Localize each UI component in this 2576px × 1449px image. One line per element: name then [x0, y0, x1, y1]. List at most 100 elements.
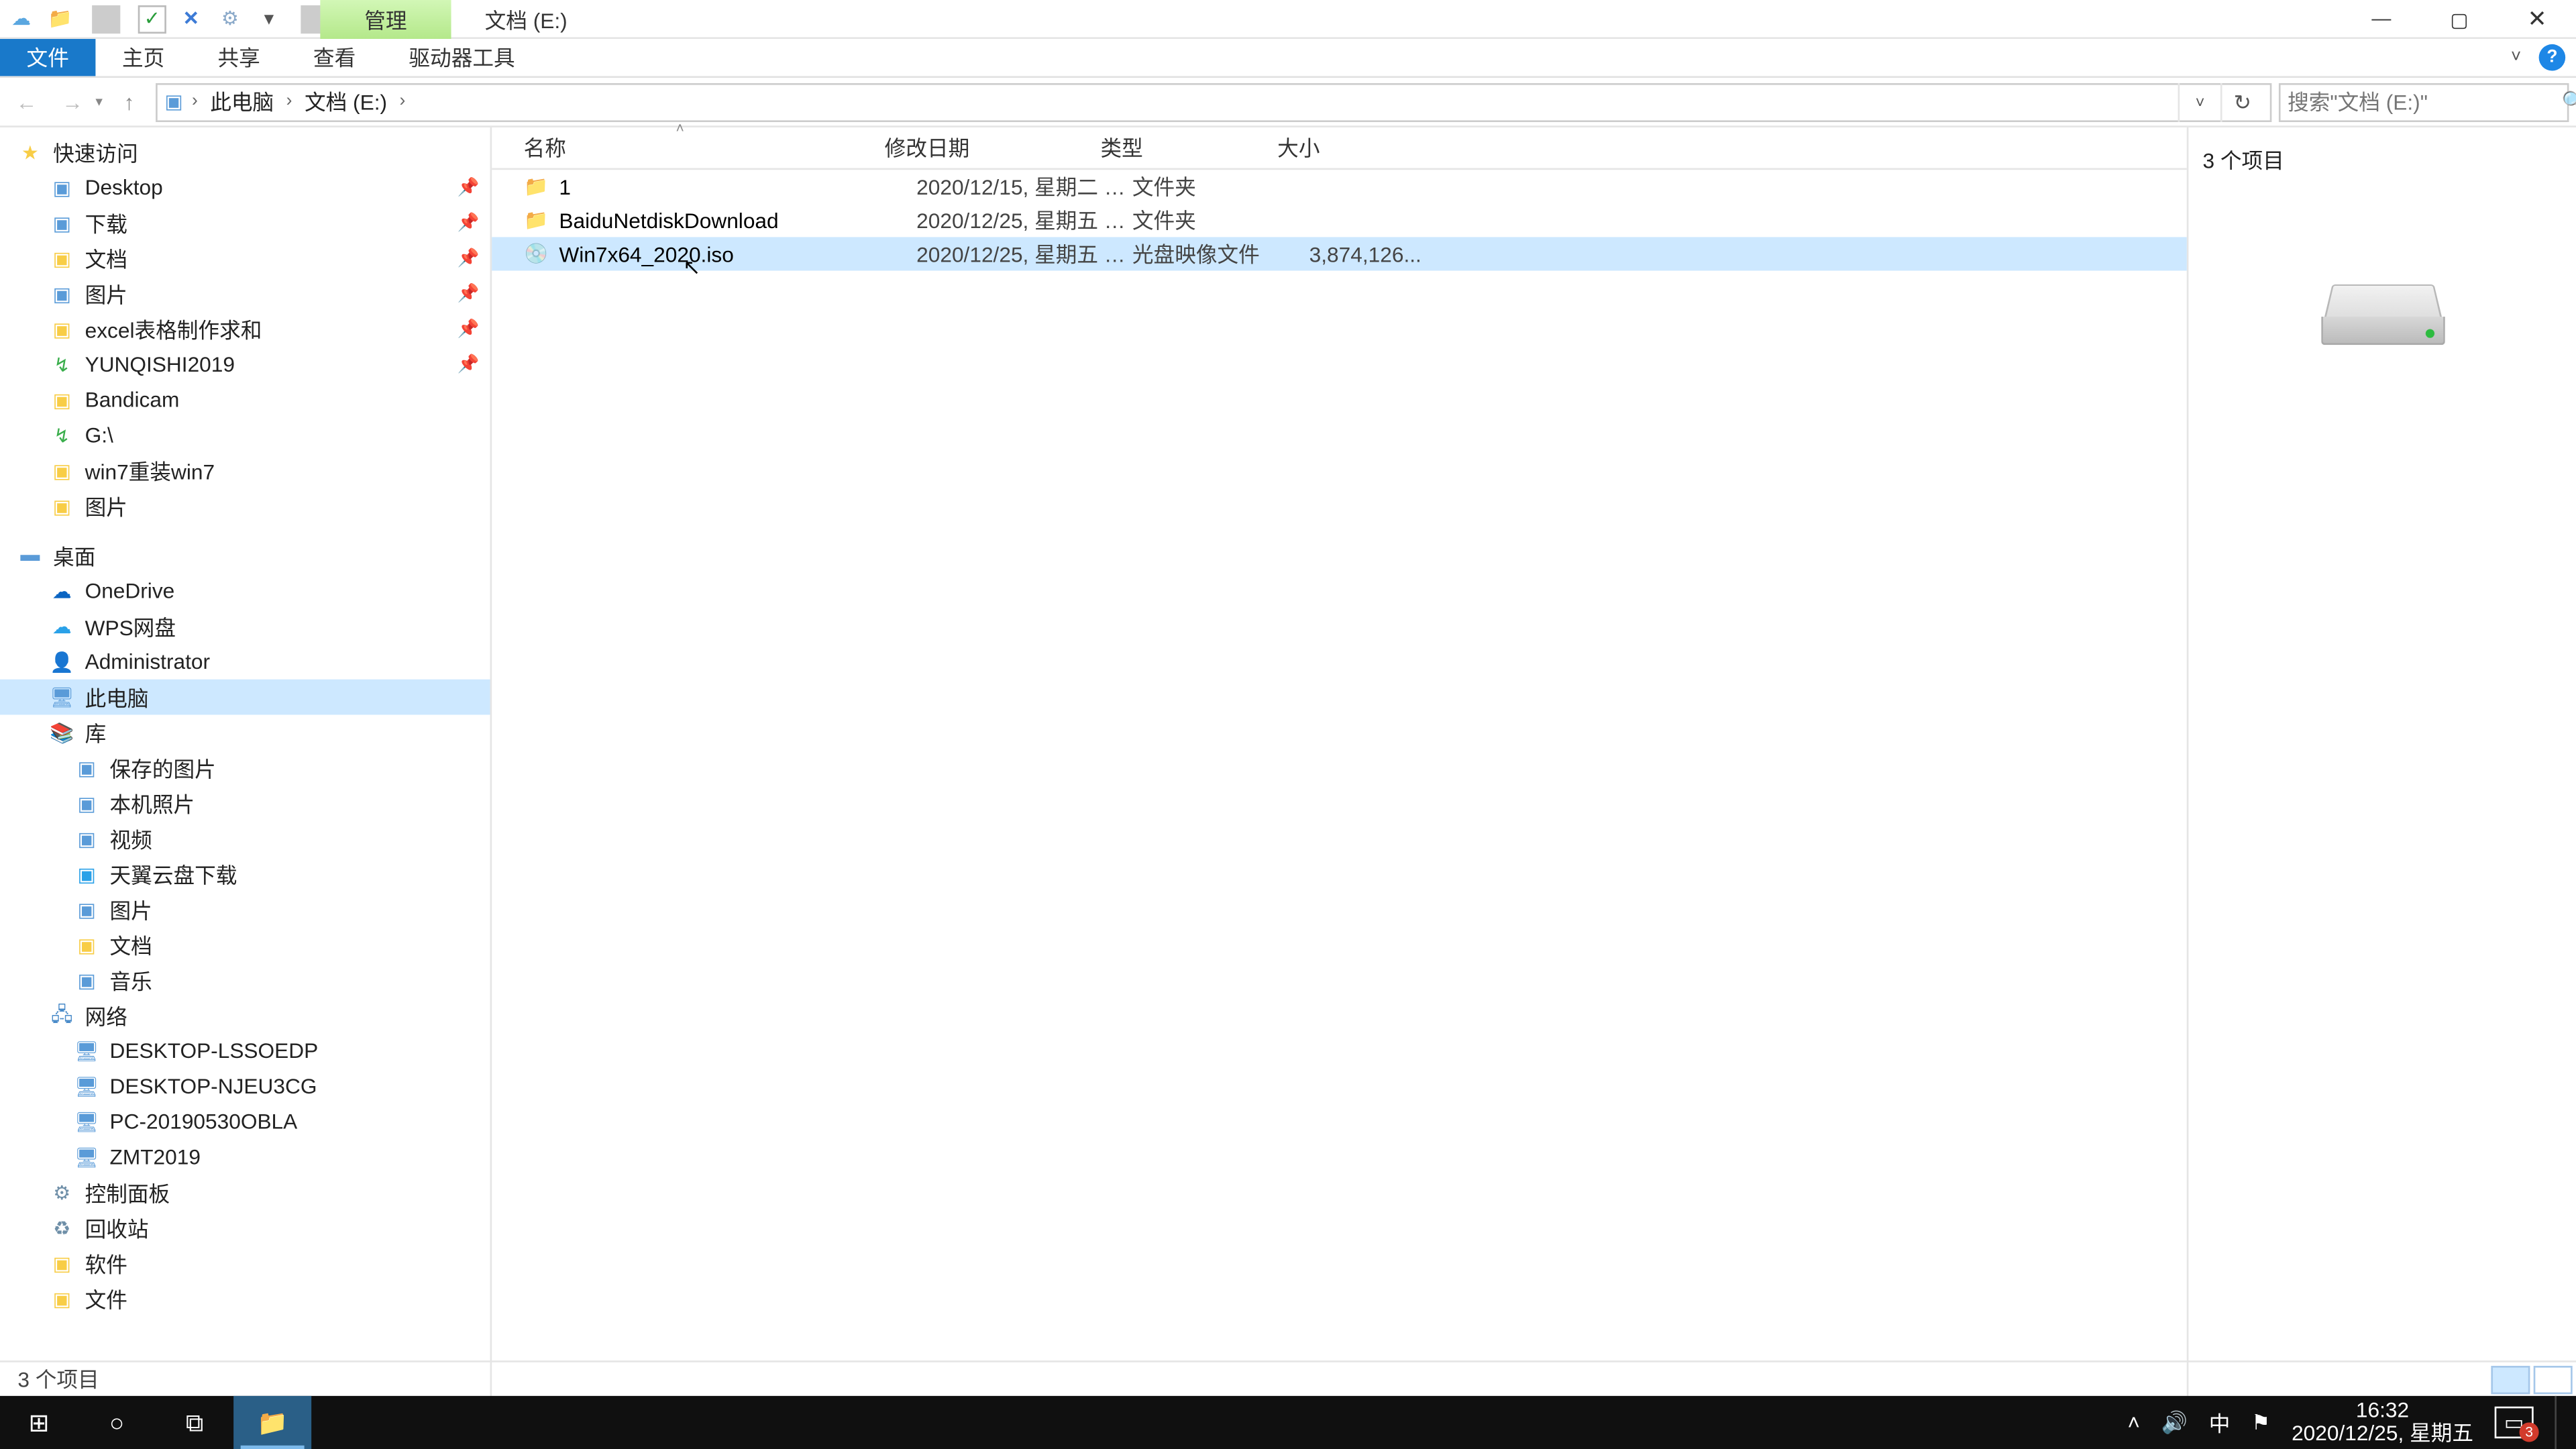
- tree-label: 桌面: [53, 541, 95, 571]
- tree-item[interactable]: ▣下载📌: [0, 205, 490, 241]
- file-date: 2020/12/25, 星期五 1...: [916, 205, 1132, 235]
- tree-item[interactable]: ▣软件: [0, 1246, 490, 1281]
- address-bar[interactable]: ▣ › 此电脑 › 文档 (E:) › ˅ ↻: [156, 83, 2271, 121]
- col-name[interactable]: 名称˄: [492, 133, 884, 163]
- tree-item-label: 图片: [85, 278, 127, 309]
- tree-item[interactable]: ▣图片: [0, 488, 490, 524]
- qat-dropdown-icon[interactable]: ▾: [255, 5, 283, 33]
- show-desktop-button[interactable]: [2555, 1396, 2565, 1449]
- tree-item[interactable]: ▣图片: [0, 892, 490, 927]
- col-type[interactable]: 类型: [1100, 133, 1277, 163]
- nav-back-button[interactable]: ←: [7, 83, 46, 121]
- search-box[interactable]: 🔍: [2279, 83, 2569, 121]
- tree-item[interactable]: ▣天翼云盘下载: [0, 856, 490, 892]
- tree-item-label: 保存的图片: [110, 753, 216, 783]
- tab-share[interactable]: 共享: [191, 39, 286, 76]
- tree-item[interactable]: 🖥DESKTOP-NJEU3CG: [0, 1069, 490, 1104]
- taskbar-explorer[interactable]: 📁: [233, 1396, 311, 1449]
- tree-item-label: 文档: [85, 244, 127, 274]
- view-details-button[interactable]: [2491, 1365, 2530, 1393]
- tree-item-label: DESKTOP-NJEU3CG: [110, 1074, 317, 1099]
- desktop-icon: ▬: [17, 545, 42, 566]
- nav-up-button[interactable]: ↑: [110, 83, 149, 121]
- tree-item-label: win7重装win7: [85, 455, 215, 486]
- maximize-button[interactable]: ▢: [2420, 0, 2498, 39]
- tree-item[interactable]: 🖥此电脑: [0, 680, 490, 715]
- qat-properties-icon[interactable]: ⚙: [216, 5, 244, 33]
- folder-icon: ▣: [50, 494, 74, 517]
- tree-item[interactable]: ☁WPS网盘: [0, 608, 490, 644]
- task-view-button[interactable]: ⧉: [156, 1396, 233, 1449]
- tree-item[interactable]: 🖥ZMT2019: [0, 1139, 490, 1175]
- security-icon[interactable]: ⚑: [2251, 1410, 2270, 1435]
- tab-drive[interactable]: 驱动器工具: [382, 39, 541, 76]
- tree-item[interactable]: ▣音乐: [0, 963, 490, 998]
- tree-item[interactable]: ▣本机照片: [0, 786, 490, 821]
- help-button[interactable]: ?: [2539, 44, 2566, 71]
- minimize-button[interactable]: ―: [2343, 0, 2420, 39]
- ribbon-collapse-icon[interactable]: ˅: [2511, 48, 2521, 67]
- qat-cloud-icon[interactable]: ☁: [7, 5, 36, 33]
- tree-item[interactable]: ▣win7重装win7: [0, 453, 490, 488]
- address-dropdown-icon[interactable]: ˅: [2178, 83, 2220, 121]
- chevron-right-icon[interactable]: ›: [281, 92, 298, 111]
- col-size[interactable]: 大小: [1277, 133, 1391, 163]
- tree-item[interactable]: ▣视频: [0, 821, 490, 857]
- tree-item[interactable]: ▣Bandicam: [0, 382, 490, 418]
- tree-item[interactable]: ↯G:\: [0, 417, 490, 453]
- search-input[interactable]: [2288, 89, 2562, 114]
- file-row[interactable]: 📁12020/12/15, 星期二 1...文件夹: [492, 170, 2187, 203]
- tree-item[interactable]: ⚙控制面板: [0, 1175, 490, 1210]
- tree-desktop[interactable]: ▬ 桌面: [0, 538, 490, 574]
- tree-item[interactable]: ☁OneDrive: [0, 574, 490, 609]
- tree-item[interactable]: ♻回收站: [0, 1210, 490, 1246]
- tree-network[interactable]: 🖧网络: [0, 998, 490, 1033]
- tab-file[interactable]: 文件: [0, 39, 95, 76]
- file-type: 文件夹: [1132, 172, 1309, 202]
- col-date[interactable]: 修改日期: [885, 133, 1101, 163]
- tree-item[interactable]: ▣excel表格制作求和📌: [0, 311, 490, 347]
- refresh-button[interactable]: ↻: [2220, 83, 2263, 121]
- computer-icon: 🖥: [74, 1110, 99, 1133]
- nav-forward-button[interactable]: →: [53, 83, 92, 121]
- pin-icon: 📌: [458, 355, 480, 374]
- tab-view[interactable]: 查看: [286, 39, 382, 76]
- volume-icon[interactable]: 🔊: [2161, 1410, 2188, 1435]
- nav-history-dropdown[interactable]: ▾: [95, 94, 103, 110]
- breadcrumb-root[interactable]: 此电脑: [207, 87, 278, 117]
- tree-item[interactable]: ▣文档: [0, 927, 490, 963]
- pin-icon: 📌: [458, 249, 480, 268]
- tree-item[interactable]: 👤Administrator: [0, 644, 490, 680]
- qat-folder-icon[interactable]: 📁: [46, 5, 74, 33]
- tree-quick-access[interactable]: ★快速访问: [0, 134, 490, 170]
- tab-home[interactable]: 主页: [95, 39, 191, 76]
- file-row[interactable]: 📁BaiduNetdiskDownload2020/12/25, 星期五 1..…: [492, 203, 2187, 237]
- chevron-right-icon[interactable]: ›: [186, 92, 203, 111]
- tree-item-label: Desktop: [85, 175, 163, 200]
- tree-item[interactable]: 🖥PC-20190530OBLA: [0, 1104, 490, 1140]
- chevron-right-icon[interactable]: ›: [394, 92, 411, 111]
- tree-icon: ⚙: [50, 1181, 74, 1203]
- tree-item[interactable]: ↯YUNQISHI2019📌: [0, 347, 490, 382]
- taskbar-clock[interactable]: 16:32 2020/12/25, 星期五: [2292, 1399, 2473, 1446]
- breadcrumb-leaf[interactable]: 文档 (E:): [301, 87, 391, 117]
- search-icon[interactable]: 🔍: [2562, 91, 2576, 113]
- search-button[interactable]: ○: [78, 1396, 156, 1449]
- close-button[interactable]: ✕: [2498, 0, 2576, 39]
- tree-item[interactable]: 📚库: [0, 714, 490, 750]
- qat-accept-icon[interactable]: ✓: [138, 5, 166, 33]
- view-thumbnails-button[interactable]: [2534, 1365, 2573, 1393]
- qat-cancel-icon[interactable]: ✕: [177, 5, 205, 33]
- tree-item[interactable]: ▣文件: [0, 1281, 490, 1316]
- action-center-button[interactable]: ▭ 3: [2495, 1407, 2534, 1438]
- tree-item[interactable]: ▣文档📌: [0, 241, 490, 276]
- tree-item-label: G:\: [85, 423, 113, 447]
- tree-item[interactable]: 🖥DESKTOP-LSSOEDP: [0, 1033, 490, 1069]
- tree-item[interactable]: ▣保存的图片: [0, 750, 490, 786]
- tree-item[interactable]: ▣图片📌: [0, 276, 490, 311]
- ime-indicator[interactable]: 中: [2209, 1407, 2231, 1438]
- tree-item[interactable]: ▣Desktop📌: [0, 170, 490, 205]
- start-button[interactable]: ⊞: [0, 1396, 78, 1449]
- tray-overflow-icon[interactable]: ˄: [2127, 1410, 2140, 1435]
- file-row[interactable]: 💿Win7x64_2020.iso2020/12/25, 星期五 1...光盘映…: [492, 237, 2187, 270]
